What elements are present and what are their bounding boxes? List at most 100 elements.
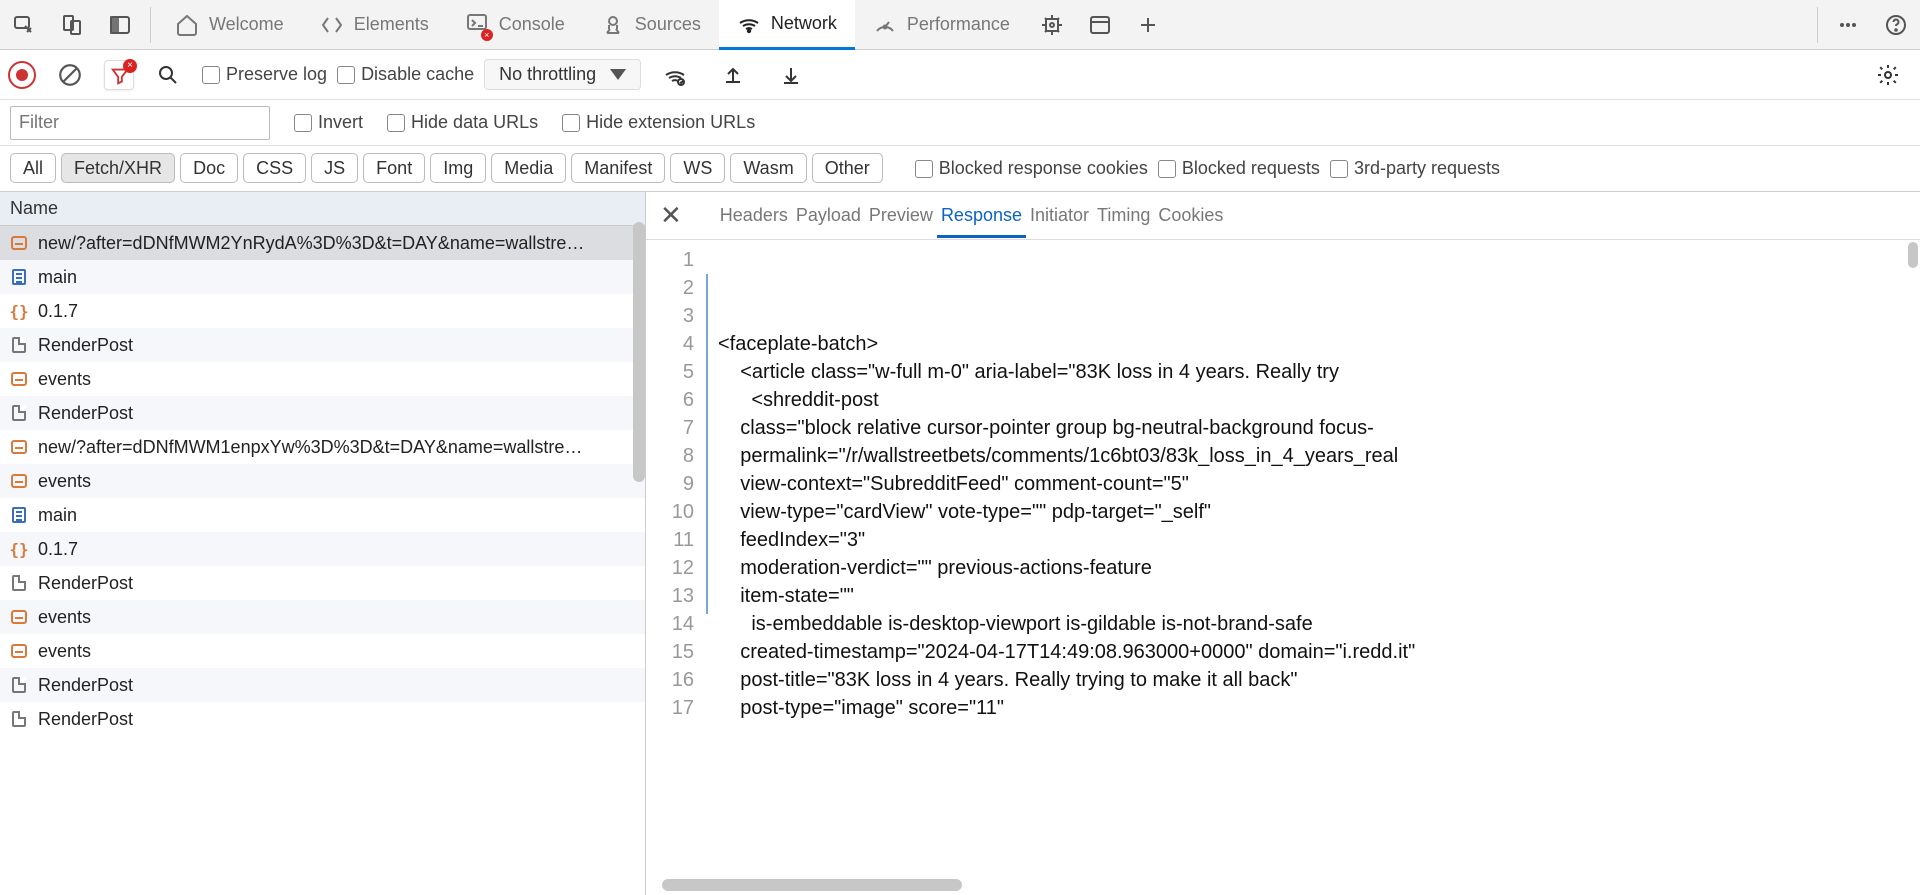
request-row[interactable]: RenderPost: [0, 702, 645, 736]
type-filter-fetchxhr[interactable]: Fetch/XHR: [61, 153, 175, 183]
type-filter-manifest[interactable]: Manifest: [571, 153, 665, 183]
request-name: main: [38, 267, 77, 288]
document-icon: [10, 506, 28, 524]
tab-elements[interactable]: Elements: [302, 0, 447, 50]
export-har-icon[interactable]: [769, 53, 813, 97]
request-name: events: [38, 641, 91, 662]
detail-tab-timing[interactable]: Timing: [1093, 195, 1154, 235]
type-filter-js[interactable]: JS: [311, 153, 358, 183]
throttling-select[interactable]: No throttling: [484, 59, 641, 90]
invert-checkbox[interactable]: Invert: [294, 112, 363, 133]
tab-console[interactable]: × Console: [447, 0, 583, 50]
help-icon[interactable]: [1874, 3, 1918, 47]
xhr-icon: [10, 234, 28, 252]
close-detail-button[interactable]: ✕: [654, 200, 688, 231]
record-button[interactable]: [8, 61, 36, 89]
file-icon: [10, 710, 28, 728]
type-filter-media[interactable]: Media: [491, 153, 566, 183]
request-name: RenderPost: [38, 709, 133, 730]
request-row[interactable]: RenderPost: [0, 396, 645, 430]
request-row[interactable]: RenderPost: [0, 668, 645, 702]
request-row[interactable]: RenderPost: [0, 566, 645, 600]
preserve-log-checkbox[interactable]: Preserve log: [202, 64, 327, 85]
column-header-name[interactable]: Name: [0, 192, 645, 226]
tab-label: Console: [499, 14, 565, 35]
request-name: events: [38, 369, 91, 390]
fold-guide: [706, 274, 708, 614]
tab-performance[interactable]: Performance: [855, 0, 1028, 50]
third-party-checkbox[interactable]: 3rd-party requests: [1330, 158, 1500, 179]
request-row[interactable]: {} 0.1.7: [0, 294, 645, 328]
request-name: 0.1.7: [38, 539, 78, 560]
file-icon: [10, 336, 28, 354]
type-filter-all[interactable]: All: [10, 153, 56, 183]
hide-data-urls-checkbox[interactable]: Hide data URLs: [387, 112, 538, 133]
request-name: RenderPost: [38, 675, 133, 696]
request-name: RenderPost: [38, 573, 133, 594]
type-filter-doc[interactable]: Doc: [180, 153, 238, 183]
request-row[interactable]: main: [0, 498, 645, 532]
scrollbar-vertical[interactable]: [1908, 242, 1918, 268]
scrollbar-horizontal[interactable]: [662, 879, 962, 891]
file-icon: [10, 574, 28, 592]
detail-tab-payload[interactable]: Payload: [792, 195, 865, 235]
request-name: events: [38, 607, 91, 628]
detail-tab-cookies[interactable]: Cookies: [1154, 195, 1227, 235]
response-body[interactable]: 1234567891011121314151617 <faceplate-bat…: [646, 240, 1920, 895]
add-tab-icon[interactable]: [1126, 3, 1170, 47]
scrollbar-vertical[interactable]: [633, 222, 645, 482]
type-filter-bar: All Fetch/XHR Doc CSS JS Font Img Media …: [0, 146, 1920, 192]
tab-label: Sources: [635, 14, 701, 35]
application-icon[interactable]: [1078, 3, 1122, 47]
detail-tab-initiator[interactable]: Initiator: [1026, 195, 1093, 235]
request-row[interactable]: new/?after=dDNfMWM1enpxYw%3D%3D&t=DAY&na…: [0, 430, 645, 464]
main-split: Name new/?after=dDNfMWM2YnRydA%3D%3D&t=D…: [0, 192, 1920, 895]
filter-input[interactable]: [10, 106, 270, 140]
type-filter-ws[interactable]: WS: [670, 153, 725, 183]
type-filter-wasm[interactable]: Wasm: [730, 153, 806, 183]
json-icon: {}: [10, 540, 28, 558]
hide-extension-urls-checkbox[interactable]: Hide extension URLs: [562, 112, 755, 133]
detail-tabs: ✕ HeadersPayloadPreviewResponseInitiator…: [646, 192, 1920, 240]
type-filter-font[interactable]: Font: [363, 153, 425, 183]
device-emulation-icon[interactable]: [50, 3, 94, 47]
tab-sources[interactable]: Sources: [583, 0, 719, 50]
type-filter-css[interactable]: CSS: [243, 153, 306, 183]
network-toolbar: × Preserve log Disable cache No throttli…: [0, 50, 1920, 100]
more-icon[interactable]: [1826, 3, 1870, 47]
inspect-icon[interactable]: [2, 3, 46, 47]
blocked-cookies-checkbox[interactable]: Blocked response cookies: [915, 158, 1148, 179]
request-name: 0.1.7: [38, 301, 78, 322]
request-row[interactable]: main: [0, 260, 645, 294]
disable-cache-checkbox[interactable]: Disable cache: [337, 64, 474, 85]
request-name: main: [38, 505, 77, 526]
request-row[interactable]: events: [0, 362, 645, 396]
request-row[interactable]: RenderPost: [0, 328, 645, 362]
separator: [1817, 7, 1818, 43]
request-name: RenderPost: [38, 335, 133, 356]
network-conditions-icon[interactable]: [653, 53, 697, 97]
request-row[interactable]: events: [0, 634, 645, 668]
request-row[interactable]: new/?after=dDNfMWM2YnRydA%3D%3D&t=DAY&na…: [0, 226, 645, 260]
request-row[interactable]: events: [0, 600, 645, 634]
tab-network[interactable]: Network: [719, 0, 855, 50]
detail-tab-headers[interactable]: Headers: [716, 195, 792, 235]
type-filter-other[interactable]: Other: [812, 153, 883, 183]
line-gutter: 1234567891011121314151617: [646, 240, 706, 895]
type-filter-img[interactable]: Img: [430, 153, 486, 183]
filter-toggle-button[interactable]: ×: [104, 60, 134, 90]
code-lines: <faceplate-batch> <article class="w-full…: [706, 240, 1920, 895]
detail-tab-preview[interactable]: Preview: [865, 195, 937, 235]
search-icon[interactable]: [146, 53, 190, 97]
blocked-requests-checkbox[interactable]: Blocked requests: [1158, 158, 1320, 179]
memory-icon[interactable]: [1030, 3, 1074, 47]
import-har-icon[interactable]: [711, 53, 755, 97]
dock-side-icon[interactable]: [98, 3, 142, 47]
request-row[interactable]: events: [0, 464, 645, 498]
request-row[interactable]: {} 0.1.7: [0, 532, 645, 566]
detail-tab-response[interactable]: Response: [937, 195, 1026, 238]
settings-icon[interactable]: [1866, 53, 1910, 97]
tab-welcome[interactable]: Welcome: [157, 0, 302, 50]
clear-button[interactable]: [48, 53, 92, 97]
json-icon: {}: [10, 302, 28, 320]
